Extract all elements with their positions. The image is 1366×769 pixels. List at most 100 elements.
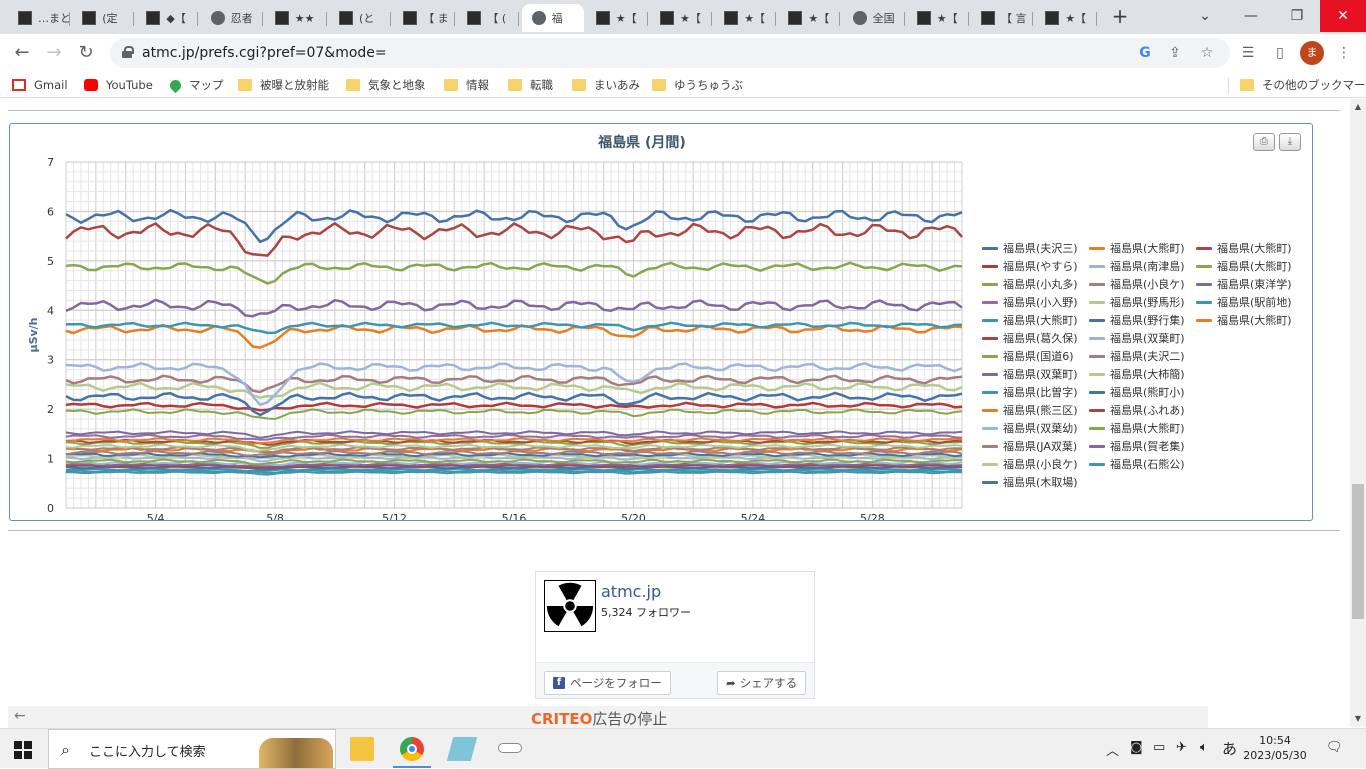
notebook-app-icon[interactable] [446,737,478,761]
legend-item[interactable]: 福島県(木取場) [982,473,1089,491]
legend-item[interactable]: 福島県(熊三区) [982,401,1089,419]
browser-tab[interactable]: ★★ [265,4,327,32]
bookmark-item[interactable]: 転職 [508,76,553,94]
browser-tab[interactable]: ★【 [586,4,648,32]
tab-search-icon[interactable]: ⌄ [1182,0,1228,32]
browser-tab[interactable]: 【 言 [971,4,1033,32]
legend-item[interactable]: 福島県(小良ケ) [982,455,1089,473]
legend-item[interactable]: 福島県(夫沢二) [1089,347,1196,365]
scroll-down-arrow-icon[interactable]: ▼ [1350,711,1366,727]
ime-indicator[interactable]: あ [1222,738,1237,759]
browser-tab[interactable]: ★【 [1035,4,1098,32]
browser-tab[interactable]: 福 [521,4,584,32]
bookmark-item[interactable]: YouTube [84,76,153,94]
file-explorer-icon[interactable] [350,737,374,761]
back-arrow-icon[interactable]: ← [10,41,34,65]
legend-item[interactable]: 福島県(大熊町) [1196,239,1303,257]
reading-list-icon[interactable]: ☰ [1238,43,1258,63]
minimize-button[interactable]: — [1228,0,1274,32]
share-icon[interactable]: ⇪ [1166,44,1184,62]
page-scrollbar[interactable]: ▲ ▼ [1350,99,1366,727]
browser-tab[interactable]: (定 [72,4,135,32]
ad-stop-link[interactable]: CRITEO広告の停止 [531,708,667,729]
volume-icon[interactable]: 🔈︎ [1200,740,1208,755]
print-chart-icon[interactable]: ⎙ [1253,133,1275,151]
browser-tab[interactable]: 全国 [843,4,905,32]
radiation-trefoil-logo[interactable] [544,580,596,632]
url-text[interactable]: atmc.jp/prefs.cgi?pref=07&mode= [142,45,387,61]
download-chart-icon[interactable]: ⤓ [1279,133,1301,151]
bookmark-item[interactable]: 被曝と放射能 [238,76,329,94]
legend-item[interactable]: 福島県(国道6) [982,347,1089,365]
tray-chevron-icon[interactable]: ︿ [1106,740,1119,759]
chrome-icon[interactable] [400,737,424,761]
clock[interactable]: 10:54 2023/05/30 [1240,733,1310,763]
forward-arrow-icon[interactable]: → [42,41,66,65]
follow-page-button[interactable]: f ページをフォロー [544,671,671,695]
notifications-icon[interactable]: 🗨︎ [1326,740,1343,755]
legend-item[interactable]: 福島県(双葉町) [982,365,1089,383]
bookmark-item[interactable]: ゆうちゅうぶ [652,76,743,94]
browser-tab[interactable]: 【 ま [393,4,456,32]
legend-item[interactable]: 福島県(南津島) [1089,257,1196,275]
legend-item[interactable]: 福島県(大柿簡) [1089,365,1196,383]
bookmark-item[interactable]: 情報 [444,76,489,94]
legend-item[interactable]: 福島県(大熊町) [1089,239,1196,257]
legend-item[interactable]: 福島県(小丸多) [982,275,1089,293]
legend-item[interactable]: 福島県(大熊町) [1196,257,1303,275]
legend-item[interactable]: 福島県(ふれあ) [1089,401,1196,419]
facebook-page-name[interactable]: atmc.jp [601,582,661,601]
browser-tab[interactable]: ★【 [778,4,841,32]
legend-item[interactable]: 福島県(大熊町) [1196,311,1303,329]
legend-item[interactable]: 福島県(やすら) [982,257,1089,275]
legend-item[interactable]: 福島県(小入野) [982,293,1089,311]
legend-item[interactable]: 福島県(小良ケ) [1089,275,1196,293]
browser-tab[interactable]: ★【 [907,4,969,32]
address-bar[interactable]: atmc.jp/prefs.cgi?pref=07&mode= G ⇪ ☆ [110,38,1230,68]
restore-button[interactable]: ❐ [1274,0,1320,32]
bookmark-item[interactable]: 気象と地象 [346,76,426,94]
lock-icon[interactable] [122,46,134,58]
legend-item[interactable]: 福島県(野行集) [1089,311,1196,329]
taskbar-search[interactable]: ⌕ ここに入力して検索 [48,729,336,769]
bookmark-star-icon[interactable]: ☆ [1198,44,1216,62]
scroll-thumb[interactable] [1352,484,1364,619]
browser-tab[interactable]: 【 ( [457,4,520,32]
legend-item[interactable]: 福島県(野馬形) [1089,293,1196,311]
other-bookmarks-folder[interactable]: その他のブックマーク [1240,76,1366,94]
legend-item[interactable]: 福島県(JA双葉) [982,437,1089,455]
legend-item[interactable]: 福島県(東洋学) [1196,275,1303,293]
legend-item[interactable]: 福島県(熊町小) [1089,383,1196,401]
browser-tab[interactable]: ◆【 [136,4,199,32]
legend-item[interactable]: 福島県(比曽字) [982,383,1089,401]
legend-item[interactable]: 福島県(賀老集) [1089,437,1196,455]
legend-item[interactable]: 福島県(石熊公) [1089,455,1196,473]
scroll-up-arrow-icon[interactable]: ▲ [1350,99,1366,115]
legend-item[interactable]: 福島県(夫沢三) [982,239,1089,257]
browser-tab[interactable]: …まと [8,4,70,32]
legend-item[interactable]: 福島県(大熊町) [982,311,1089,329]
camera-icon[interactable]: ◙ [1130,740,1143,755]
legend-item[interactable]: 福島県(葛久保) [982,329,1089,347]
airplane-app-icon[interactable] [498,743,522,753]
bookmark-item[interactable]: まいあみ [572,76,640,94]
reload-icon[interactable]: ↻ [74,41,98,65]
profile-avatar[interactable]: ま [1300,41,1324,65]
browser-tab[interactable]: ★【 [650,4,712,32]
legend-item[interactable]: 福島県(大熊町) [1089,419,1196,437]
battery-icon[interactable]: ▭ [1153,740,1165,755]
legend-item[interactable]: 福島県(駅前地) [1196,293,1303,311]
share-button[interactable]: ➦ シェアする [717,671,807,695]
legend-item[interactable]: 福島県(双葉幼) [982,419,1089,437]
new-tab-button[interactable]: + [1110,6,1130,26]
google-lens-icon[interactable]: G [1136,44,1154,62]
ad-back-arrow-icon[interactable]: ← [14,708,26,724]
side-panel-icon[interactable]: ▯ [1270,43,1290,63]
legend-item[interactable]: 福島県(双葉町) [1089,329,1196,347]
close-window-button[interactable]: ✕ [1320,0,1366,32]
windows-start-icon[interactable] [14,741,32,759]
browser-tab[interactable]: ★【 [714,4,777,32]
bookmark-item[interactable]: マップ [167,76,224,94]
browser-tab[interactable]: 忍者 [201,4,263,32]
menu-kebab-icon[interactable]: ⋮ [1334,43,1354,63]
